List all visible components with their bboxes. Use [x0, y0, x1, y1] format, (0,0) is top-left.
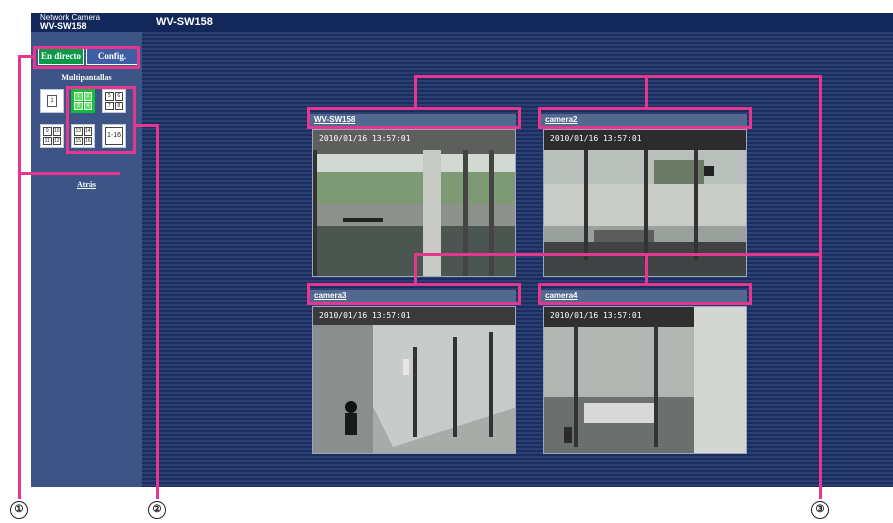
layout-cell: 12: [52, 136, 61, 145]
layout-cell: 10: [52, 127, 61, 136]
entrance-scene-image: 2010/01/16 13:57:01: [544, 130, 746, 276]
camera-view-1[interactable]: 2010/01/16 13:57:01: [312, 129, 516, 277]
camera-timestamp-3: 2010/01/16 13:57:01: [319, 311, 411, 320]
layout-cell: 14: [83, 127, 92, 136]
callout-line-1: [18, 55, 21, 499]
camera-title-3[interactable]: camera3: [310, 290, 516, 302]
layout-1-button[interactable]: 1: [40, 89, 64, 113]
layout-4-button[interactable]: 1 2 3 4: [71, 89, 95, 113]
header-bar: Network Camera WV-SW158 WV-SW158: [31, 13, 893, 32]
camera-title-4[interactable]: camera4: [541, 290, 747, 302]
layout-cell: 13: [74, 127, 83, 136]
back-link[interactable]: Atrás: [31, 180, 142, 189]
lobby-scene-image: 2010/01/16 13:57:01: [313, 130, 515, 276]
layout-cell: 7: [105, 101, 114, 110]
camera-timestamp-1: 2010/01/16 13:57:01: [319, 134, 411, 143]
layout-cell: 15: [74, 136, 83, 145]
doorway-scene-image: 2010/01/16 13:57:01: [544, 307, 746, 453]
brand-model: WV-SW158: [40, 21, 87, 31]
layout-cell: 16: [83, 136, 92, 145]
callout-number-1: ①: [10, 501, 28, 519]
multiscreen-label: Multipantallas: [61, 73, 112, 82]
callout-number-2: ②: [148, 501, 166, 519]
layout-cell: 6: [114, 92, 123, 101]
layout-9-12-icon: 9 10 11 12: [43, 127, 61, 145]
camera-view-3[interactable]: 2010/01/16 13:57:01: [312, 306, 516, 454]
layout-cell: 4: [83, 101, 92, 110]
layout-4-icon: 1 2 3 4: [74, 92, 92, 110]
layout-13-16-icon: 13 14 15 16: [74, 127, 92, 145]
layout-cell: 1: [74, 92, 83, 101]
layout-cell: 5: [105, 92, 114, 101]
camera-view-2[interactable]: 2010/01/16 13:57:01: [543, 129, 747, 277]
callout-number-3: ③: [811, 501, 829, 519]
layout-16-button[interactable]: 1-16: [102, 124, 126, 148]
layout-1-icon: 1: [47, 95, 57, 107]
layout-cell: 2: [83, 92, 92, 101]
layout-5-8-icon: 5 6 7 8: [105, 92, 123, 110]
camera-web-ui: Network Camera WV-SW158 WV-SW158 En dire…: [31, 13, 893, 487]
layout-5-8-button[interactable]: 5 6 7 8: [102, 89, 126, 113]
camera-timestamp-2: 2010/01/16 13:57:01: [550, 134, 642, 143]
layout-cell: 11: [43, 136, 52, 145]
hallway-scene-image: 2010/01/16 13:57:01: [313, 307, 515, 453]
layout-cell: 3: [74, 101, 83, 110]
live-button[interactable]: En directo: [38, 48, 84, 65]
sidebar: En directo Config. Multipantallas 1 1 2 …: [31, 32, 142, 487]
layout-cell: 1-16: [105, 127, 123, 145]
camera-title-2[interactable]: camera2: [541, 114, 747, 126]
layout-cell: 8: [114, 101, 123, 110]
camera-timestamp-4: 2010/01/16 13:57:01: [550, 311, 642, 320]
layout-cell: 9: [43, 127, 52, 136]
layout-13-16-button[interactable]: 13 14 15 16: [71, 124, 95, 148]
camera-title-1[interactable]: WV-SW158: [310, 114, 516, 126]
layout-16-icon: 1-16: [105, 127, 123, 145]
layout-9-12-button[interactable]: 9 10 11 12: [40, 124, 64, 148]
camera-view-4[interactable]: 2010/01/16 13:57:01: [543, 306, 747, 454]
page-title: WV-SW158: [156, 16, 213, 28]
multiscreen-view: WV-SW158 2010/01/16 13:57:01 camera2 201…: [142, 32, 893, 487]
config-button[interactable]: Config.: [86, 48, 138, 65]
